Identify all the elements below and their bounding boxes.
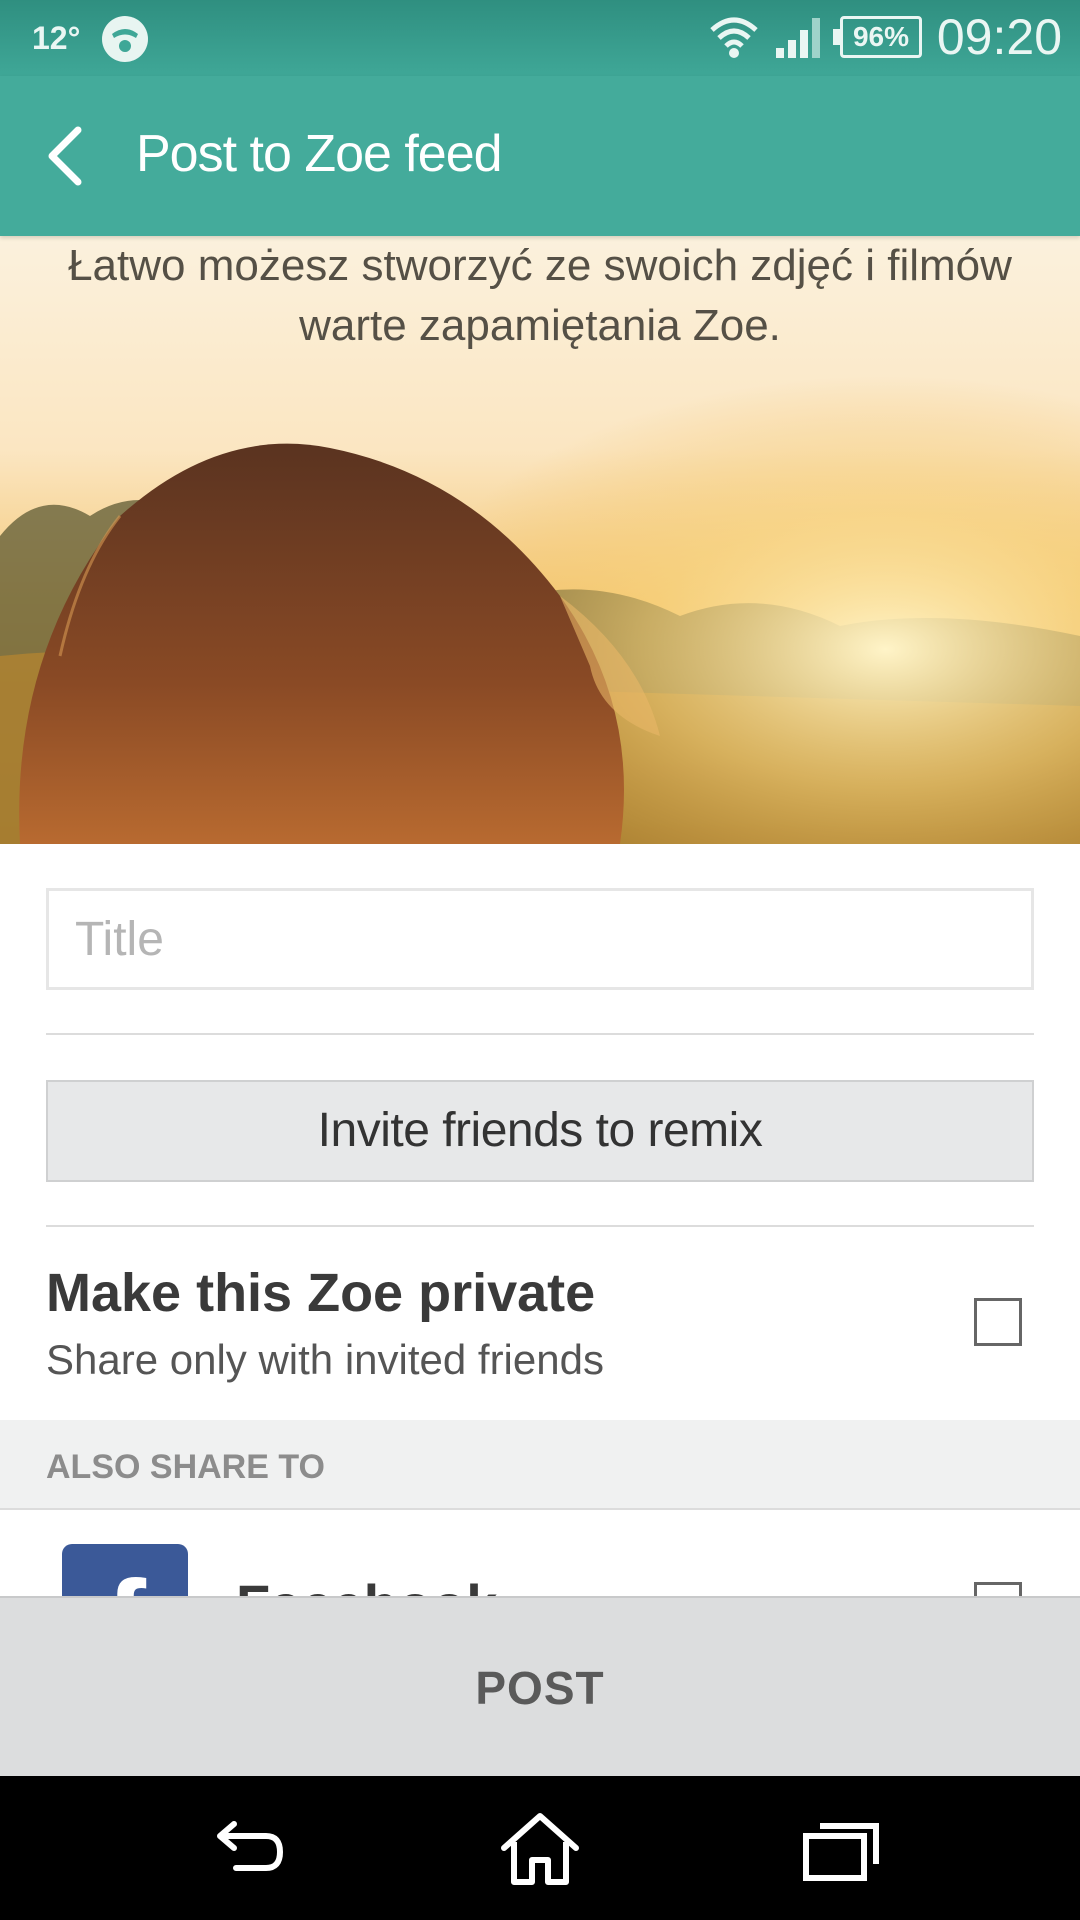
invite-friends-button[interactable]: Invite friends to remix — [46, 1080, 1034, 1182]
private-checkbox[interactable] — [974, 1298, 1022, 1346]
divider — [46, 1033, 1034, 1035]
title-input[interactable] — [46, 888, 1034, 990]
recents-icon[interactable] — [790, 1806, 890, 1890]
private-option-title: Make this Zoe private — [46, 1263, 596, 1323]
face-icon — [102, 16, 148, 62]
wifi-icon — [708, 14, 760, 60]
back-arrow-icon[interactable] — [40, 120, 100, 192]
hero-image: Łatwo możesz stworzyć ze swoich zdjęć i … — [0, 236, 1080, 844]
temperature-text: 12° — [32, 20, 81, 56]
hero-caption: Łatwo możesz stworzyć ze swoich zdjęć i … — [68, 241, 1012, 350]
home-icon[interactable] — [490, 1806, 590, 1890]
post-button[interactable]: POST — [0, 1598, 1080, 1778]
page-title: Post to Zoe feed — [136, 125, 503, 183]
section-header-label: ALSO SHARE TO — [46, 1448, 325, 1486]
private-option-subtitle: Share only with invited friends — [46, 1336, 604, 1383]
also-share-header: ALSO SHARE TO — [0, 1420, 1080, 1510]
back-icon[interactable] — [192, 1806, 292, 1890]
screen: 12° 96% 09:20 Post to Zoe feed Łatwo moż… — [0, 0, 1080, 1920]
signal-icon — [774, 16, 824, 60]
status-bar: 12° 96% 09:20 — [0, 0, 1080, 76]
battery-icon: 96% — [833, 16, 922, 58]
clock: 09:20 — [936, 9, 1062, 65]
post-bar: POST — [0, 1596, 1080, 1776]
divider — [46, 1225, 1034, 1227]
app-bar: Post to Zoe feed — [0, 76, 1080, 236]
navigation-bar — [0, 1776, 1080, 1920]
